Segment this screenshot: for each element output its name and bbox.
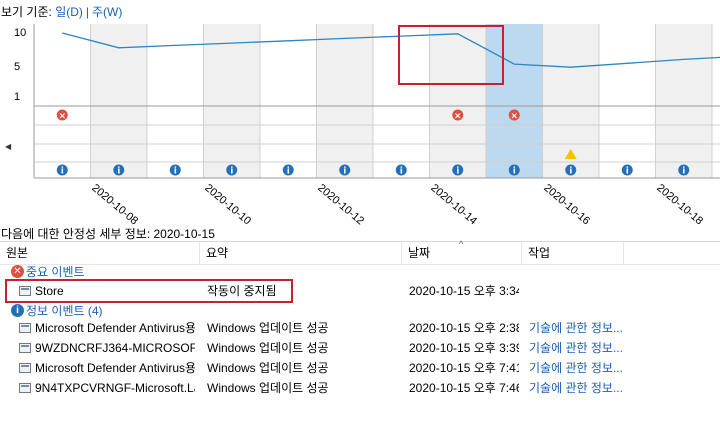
day-column [316, 24, 373, 178]
view-by-week-link[interactable]: 주(W) [92, 5, 122, 19]
critical-event-icon-glyph: × [510, 112, 518, 122]
row-source: Microsoft Defender Antivirus용 ... [35, 321, 195, 335]
row-summary: Windows 업데이트 성공 [207, 381, 329, 395]
row-source: 9N4TXPCVRNGF-Microsoft.Langu... [35, 381, 195, 395]
view-by-day-link[interactable]: 일(D) [55, 5, 83, 19]
row-summary: Windows 업데이트 성공 [207, 321, 329, 335]
row-date: 2020-10-15 오후 3:39 [409, 341, 519, 355]
info-event-icon-glyph: i [569, 167, 572, 177]
annotation-highlight-chart [398, 25, 504, 85]
details-table-header: 원본 요약 날짜 작업 [0, 241, 720, 265]
day-column [712, 24, 720, 178]
info-event-icon-glyph: i [174, 167, 177, 177]
info-event-icon-glyph: i [456, 167, 459, 177]
sort-ascending-icon: ^ [459, 239, 464, 249]
application-icon [19, 363, 31, 373]
application-icon [19, 343, 31, 353]
info-event-icon-glyph: i [287, 167, 290, 177]
day-column [203, 24, 260, 178]
info-event-icon-glyph: i [230, 167, 233, 177]
row-summary: Windows 업데이트 성공 [207, 361, 329, 375]
info-icon: i [11, 304, 24, 317]
row-source: Microsoft Defender Antivirus용 ... [35, 361, 195, 375]
info-event-icon-glyph: i [682, 167, 685, 177]
critical-event-icon-glyph: × [58, 112, 66, 122]
row-summary: Windows 업데이트 성공 [207, 341, 329, 355]
day-column [147, 24, 204, 178]
application-icon [19, 383, 31, 393]
table-row[interactable]: 9N4TXPCVRNGF-Microsoft.Langu... Windows … [0, 378, 720, 399]
critical-event-icon-glyph: × [454, 112, 462, 122]
day-column [34, 24, 91, 178]
info-event-icon-glyph: i [626, 167, 629, 177]
error-icon: ✕ [11, 265, 24, 278]
table-row[interactable]: Microsoft Defender Antivirus용 ... Window… [0, 358, 720, 379]
row-source: 9WZDNCRFJ364-MICROSOFT.SK... [35, 341, 195, 355]
day-column [599, 24, 656, 178]
view-by-separator: | [85, 5, 90, 19]
details-title: 다음에 대한 안정성 세부 정보: 2020-10-15 [1, 227, 215, 241]
annotation-highlight-row [5, 279, 293, 303]
column-header-summary[interactable]: 요약 [200, 242, 402, 264]
application-icon [19, 323, 31, 333]
info-event-icon-glyph: i [117, 167, 120, 177]
row-date: 2020-10-15 오후 2:38 [409, 321, 519, 335]
column-header-action[interactable]: 작업 [522, 242, 624, 264]
table-row[interactable]: Microsoft Defender Antivirus용 ... Window… [0, 318, 720, 339]
info-event-icon-glyph: i [513, 167, 516, 177]
row-date: 2020-10-15 오후 7:46 [409, 381, 519, 395]
view-by-bar: 보기 기준: 일(D) | 주(W) [0, 0, 720, 24]
reliability-chart: ◀ 10 5 1 ××××iiiiiiiiiiiii 2020-10-08202… [0, 24, 720, 227]
column-header-source[interactable]: 원본 [0, 242, 200, 264]
row-date: 2020-10-15 오후 3:34 [409, 284, 519, 298]
row-action-link[interactable]: 기술에 관한 정보... [529, 358, 719, 379]
info-event-icon-glyph: i [343, 167, 346, 177]
row-action-link[interactable]: 기술에 관한 정보... [529, 378, 719, 399]
view-by-label: 보기 기준: [1, 5, 52, 19]
row-date: 2020-10-15 오후 7:41 [409, 361, 519, 375]
table-row[interactable]: 9WZDNCRFJ364-MICROSOFT.SK... Windows 업데이… [0, 338, 720, 359]
info-event-icon-glyph: i [61, 167, 64, 177]
info-event-icon-glyph: i [400, 167, 403, 177]
row-action-link[interactable]: 기술에 관한 정보... [529, 318, 719, 339]
row-action-link[interactable]: 기술에 관한 정보... [529, 338, 719, 359]
day-column [260, 24, 317, 178]
day-column [655, 24, 712, 178]
